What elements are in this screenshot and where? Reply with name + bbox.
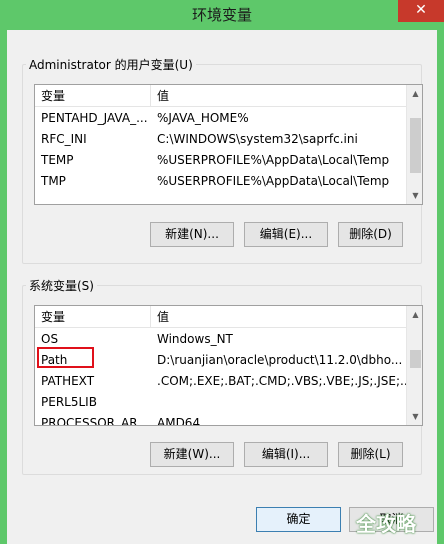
- scroll-down-icon[interactable]: ▼: [407, 187, 422, 204]
- watermark-logo: 全攻略: [356, 512, 416, 536]
- column-header-value[interactable]: 值: [151, 306, 406, 328]
- row-variable-value: AMD64: [157, 416, 201, 426]
- scroll-down-icon[interactable]: ▼: [407, 408, 422, 425]
- table-row[interactable]: RFC_INI C:\WINDOWS\system32\saprfc.ini: [35, 129, 406, 150]
- row-variable-name: PATHEXT: [41, 374, 95, 388]
- system-new-button[interactable]: 新建(W)...: [150, 442, 234, 467]
- row-variable-value: C:\WINDOWS\system32\saprfc.ini: [157, 132, 358, 146]
- path-highlight-box: [37, 347, 94, 368]
- row-variable-name: PROCESSOR_AR...: [41, 416, 149, 426]
- table-row[interactable]: PERL5LIB: [35, 392, 406, 413]
- system-delete-button[interactable]: 删除(L): [338, 442, 403, 467]
- user-edit-button[interactable]: 编辑(E)...: [244, 222, 328, 247]
- scroll-up-icon[interactable]: ▲: [407, 306, 422, 323]
- ok-button[interactable]: 确定: [256, 507, 341, 532]
- row-variable-name: PERL5LIB: [41, 395, 97, 409]
- dialog-client: Administrator 的用户变量(U) 变量 值 PENTAHD_JAVA…: [7, 30, 437, 544]
- user-new-button[interactable]: 新建(N)...: [150, 222, 234, 247]
- table-row[interactable]: TEMP %USERPROFILE%\AppData\Local\Temp: [35, 150, 406, 171]
- row-variable-name: TEMP: [41, 153, 74, 167]
- table-row[interactable]: PROCESSOR_AR... AMD64: [35, 413, 406, 426]
- row-variable-value: D:\ruanjian\oracle\product\11.2.0\dbho..…: [157, 353, 403, 367]
- system-list-header: 变量 值: [35, 306, 406, 328]
- row-variable-name: TMP: [41, 174, 66, 188]
- user-variables-list[interactable]: 变量 值 PENTAHD_JAVA_... %JAVA_HOME% RFC_IN…: [34, 84, 423, 205]
- scrollbar-thumb[interactable]: [410, 118, 421, 173]
- column-header-variable[interactable]: 变量: [35, 306, 150, 328]
- row-variable-value: Windows_NT: [157, 332, 233, 346]
- close-button[interactable]: ✕: [398, 0, 444, 22]
- row-variable-value: %USERPROFILE%\AppData\Local\Temp: [157, 174, 390, 188]
- column-header-value[interactable]: 值: [151, 85, 406, 107]
- column-header-variable[interactable]: 变量: [35, 85, 150, 107]
- user-list-scrollbar[interactable]: ▲ ▼: [406, 85, 422, 204]
- row-variable-value: %USERPROFILE%\AppData\Local\Temp: [157, 153, 390, 167]
- table-row[interactable]: PATHEXT .COM;.EXE;.BAT;.CMD;.VBS;.VBE;.J…: [35, 371, 406, 392]
- title-bar: 环境变量 ✕: [0, 0, 444, 30]
- system-variables-label: 系统变量(S): [26, 277, 97, 294]
- scrollbar-thumb[interactable]: [410, 350, 421, 368]
- window-title: 环境变量: [191, 6, 252, 24]
- row-variable-value: %JAVA_HOME%: [157, 111, 249, 125]
- row-variable-value: [151, 392, 406, 413]
- system-edit-button[interactable]: 编辑(I)...: [244, 442, 328, 467]
- system-list-scrollbar[interactable]: ▲ ▼: [406, 306, 422, 425]
- row-variable-name: PENTAHD_JAVA_...: [41, 111, 148, 125]
- user-delete-button[interactable]: 删除(D): [338, 222, 403, 247]
- table-row[interactable]: PENTAHD_JAVA_... %JAVA_HOME%: [35, 108, 406, 129]
- user-list-header: 变量 值: [35, 85, 406, 107]
- row-variable-value: .COM;.EXE;.BAT;.CMD;.VBS;.VBE;.JS;.JSE;.…: [157, 374, 406, 388]
- close-icon: ✕: [415, 2, 427, 18]
- row-variable-name: RFC_INI: [41, 132, 87, 146]
- scroll-up-icon[interactable]: ▲: [407, 85, 422, 102]
- table-row[interactable]: TMP %USERPROFILE%\AppData\Local\Temp: [35, 171, 406, 192]
- user-variables-label: Administrator 的用户变量(U): [26, 56, 196, 73]
